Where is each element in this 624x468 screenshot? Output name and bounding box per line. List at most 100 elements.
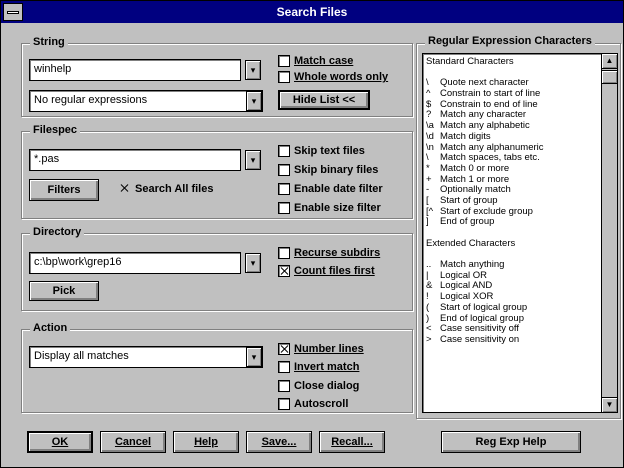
regex-symbol: $ <box>426 99 432 110</box>
save-button[interactable]: Save... <box>246 431 312 453</box>
regex-symbol: .. <box>426 260 432 271</box>
list-item[interactable]: [Start of group <box>426 196 597 207</box>
list-item[interactable]: & Logical AND <box>426 281 597 292</box>
list-item[interactable]: * Match 0 or more <box>426 164 597 175</box>
enable-size-filter-label: Enable size filter <box>294 202 381 215</box>
recall-button[interactable]: Recall... <box>319 431 385 453</box>
ok-button[interactable]: OK <box>27 431 93 453</box>
regex-mode-select[interactable]: No regular expressions <box>29 90 263 112</box>
close-dialog-label: Close dialog <box>294 380 360 393</box>
invert-match-checkbox[interactable]: Invert match <box>278 361 359 375</box>
regex-symbol: \ <box>426 78 429 89</box>
recurse-subdirs-box[interactable] <box>278 247 290 260</box>
regex-desc: Constrain to end of line <box>440 99 538 110</box>
invert-match-label: Invert match <box>294 361 360 374</box>
count-files-first-box[interactable] <box>278 265 290 278</box>
list-heading: Standard Characters <box>426 57 514 67</box>
count-files-first-checkbox[interactable]: Count files first <box>278 265 375 279</box>
close-dialog-checkbox[interactable]: Close dialog <box>278 380 359 394</box>
action-select[interactable]: Display all matches <box>29 346 263 368</box>
filespec-value[interactable]: *.pas <box>34 153 236 165</box>
list-item[interactable]: | Logical OR <box>426 271 597 282</box>
list-item[interactable]: > Case sensitivity on <box>426 335 597 346</box>
list-item[interactable]: ^ Constrain to start of line <box>426 89 597 100</box>
list-item[interactable]: \d Match digits <box>426 132 597 143</box>
whole-words-box[interactable] <box>278 71 290 84</box>
autoscroll-checkbox[interactable]: Autoscroll <box>278 398 348 412</box>
regex-symbol: - <box>426 185 430 196</box>
scroll-up-icon[interactable]: ▲ <box>602 54 617 69</box>
regex-mode-value[interactable]: No regular expressions <box>34 94 258 106</box>
regex-help-button[interactable]: Reg Exp Help <box>441 431 581 453</box>
match-case-box[interactable] <box>278 55 290 68</box>
regex-symbol: \ <box>426 153 429 164</box>
list-item[interactable]: < Case sensitivity off <box>426 324 597 335</box>
regex-symbol: ^ <box>426 89 431 100</box>
search-all-files-box[interactable] <box>119 183 131 196</box>
enable-size-filter-checkbox[interactable]: Enable size filter <box>278 202 381 216</box>
directory-dropdown-icon[interactable]: ▾ <box>245 253 261 273</box>
skip-binary-files-box[interactable] <box>278 164 290 177</box>
regex-list-scrollbar[interactable]: ▲ ▼ <box>601 54 617 412</box>
regex-desc: Logical OR <box>440 270 487 281</box>
regex-characters-list[interactable]: Standard Characters \ Quote next characte… <box>422 53 618 413</box>
hide-list-button[interactable]: Hide List << <box>278 90 370 110</box>
action-dropdown-icon[interactable]: ▾ <box>246 347 262 367</box>
skip-text-files-checkbox[interactable]: Skip text files <box>278 145 365 159</box>
autoscroll-box[interactable] <box>278 398 290 411</box>
whole-words-checkbox[interactable]: Whole words only <box>278 71 388 85</box>
skip-text-files-box[interactable] <box>278 145 290 158</box>
regex-desc: Match anything <box>440 260 505 271</box>
regex-symbol: ( <box>426 302 430 313</box>
search-string-combo[interactable]: winhelp <box>29 59 241 81</box>
filespec-combo[interactable]: *.pas <box>29 149 241 171</box>
regex-mode-dropdown-icon[interactable]: ▾ <box>246 91 262 111</box>
list-item[interactable]: ? Match any character <box>426 110 597 121</box>
list-item[interactable]: - Optionally match <box>426 185 597 196</box>
list-item[interactable]: \a Match any alphabetic <box>426 121 597 132</box>
skip-binary-files-checkbox[interactable]: Skip binary files <box>278 164 378 178</box>
list-item[interactable]: \n Match any alphanumeric <box>426 143 597 154</box>
enable-date-filter-checkbox[interactable]: Enable date filter <box>278 183 383 197</box>
filters-button[interactable]: Filters <box>29 179 99 201</box>
list-item[interactable]: .. Match anything <box>426 260 597 271</box>
system-menu-button[interactable] <box>3 3 23 21</box>
number-lines-box[interactable] <box>278 343 290 356</box>
search-string-dropdown-icon[interactable]: ▾ <box>245 60 261 80</box>
number-lines-label: Number lines <box>294 343 364 356</box>
list-item[interactable]: ! Logical XOR <box>426 292 597 303</box>
filespec-dropdown-icon[interactable]: ▾ <box>245 150 261 170</box>
search-string-value[interactable]: winhelp <box>34 63 236 75</box>
list-item[interactable]: + Match 1 or more <box>426 175 597 186</box>
number-lines-checkbox[interactable]: Number lines <box>278 343 364 357</box>
list-item[interactable]: [^ Start of exclude group <box>426 207 597 218</box>
enable-date-filter-box[interactable] <box>278 183 290 196</box>
invert-match-box[interactable] <box>278 361 290 374</box>
list-item[interactable]: \ Quote next character <box>426 78 597 89</box>
regex-desc: Match any character <box>440 110 527 121</box>
search-all-files-checkbox[interactable]: Search All files <box>119 183 213 197</box>
scroll-thumb[interactable] <box>602 70 617 84</box>
help-label: Help <box>194 436 218 448</box>
pick-button[interactable]: Pick <box>29 281 99 301</box>
match-case-checkbox[interactable]: Match case <box>278 55 353 69</box>
close-dialog-box[interactable] <box>278 380 290 393</box>
regex-desc: End of group <box>440 217 495 228</box>
recurse-subdirs-checkbox[interactable]: Recurse subdirs <box>278 247 380 261</box>
regex-desc: Case sensitivity on <box>440 334 520 345</box>
search-all-files-label: Search All files <box>135 183 214 196</box>
regex-desc: Case sensitivity off <box>440 324 520 335</box>
directory-combo[interactable]: c:\bp\work\grep16 <box>29 252 241 274</box>
help-button[interactable]: Help <box>173 431 239 453</box>
list-item[interactable]: \ Match spaces, tabs etc. <box>426 153 597 164</box>
directory-value[interactable]: c:\bp\work\grep16 <box>34 256 236 268</box>
list-item[interactable]: $ Constrain to end of line <box>426 100 597 111</box>
list-item[interactable]: (Start of logical group <box>426 303 597 314</box>
scroll-down-icon[interactable]: ▼ <box>602 397 617 412</box>
whole-words-label: Whole words only <box>294 71 389 84</box>
list-item[interactable]: ) End of logical group <box>426 314 597 325</box>
enable-size-filter-box[interactable] <box>278 202 290 215</box>
cancel-button[interactable]: Cancel <box>100 431 166 453</box>
list-item[interactable]: ] End of group <box>426 217 597 228</box>
action-value[interactable]: Display all matches <box>34 350 258 362</box>
